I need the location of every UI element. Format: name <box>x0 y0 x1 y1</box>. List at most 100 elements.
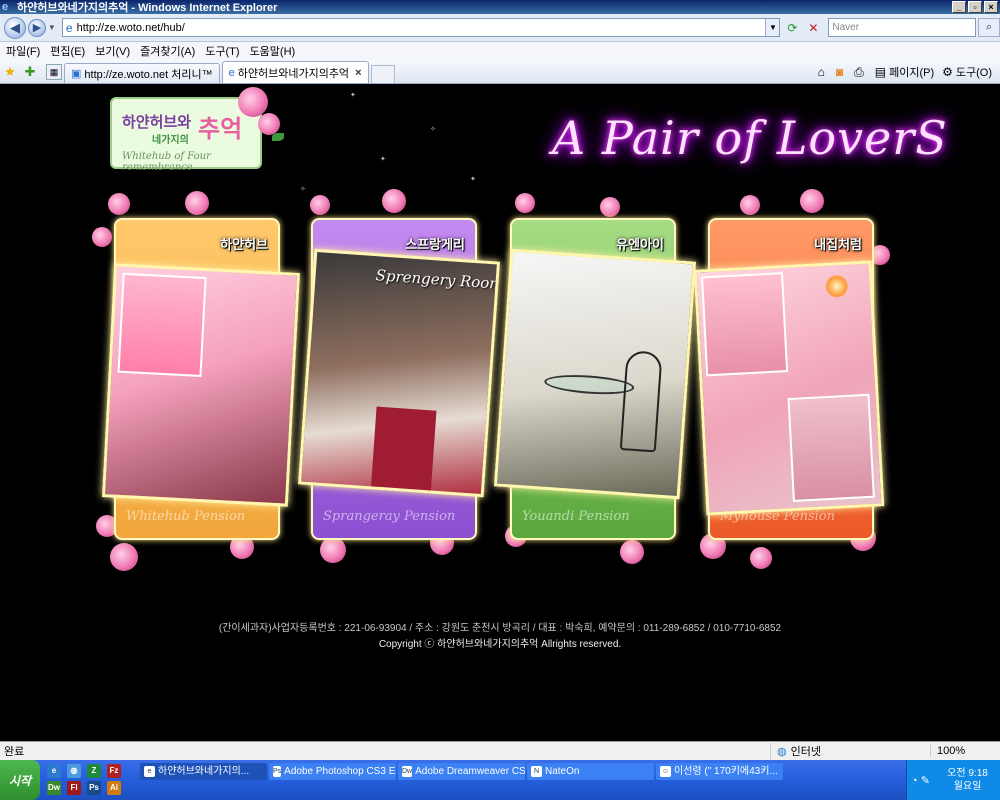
inset-photo <box>787 393 875 502</box>
menu-tools[interactable]: 도구(T) <box>205 43 239 59</box>
lamp-glow <box>825 274 849 298</box>
flash-launch-icon[interactable]: Fl <box>67 781 81 795</box>
pension-photo-youandi[interactable] <box>493 248 697 500</box>
status-bar: 완료 ◍ 인터넷 100% <box>0 741 1000 760</box>
task-label: NateOn <box>545 766 580 777</box>
menu-help[interactable]: 도움말(H) <box>250 43 296 59</box>
home-icon: ⌂ <box>817 65 825 79</box>
rose-decoration <box>110 543 138 571</box>
tab-close-icon[interactable]: × <box>355 67 361 79</box>
task-dreamweaver[interactable]: Dw Adobe Dreamweaver CS3 <box>398 763 525 780</box>
clock-day: 월요일 <box>953 781 982 792</box>
nateon-icon: N <box>531 766 542 777</box>
url-input[interactable]: e http://ze.woto.net/hub/ ▼ <box>61 18 781 37</box>
rose-decoration <box>320 537 346 563</box>
menu-edit[interactable]: 편집(E) <box>50 43 85 59</box>
search-icon[interactable]: ⌕ <box>978 18 1000 37</box>
menu-favorites[interactable]: 즐겨찾기(A) <box>140 43 195 59</box>
home-button[interactable]: ⌂ <box>818 61 828 83</box>
footer-copyright: Copyright ⓒ 하얀허브와네가지의추억 Allrights reserv… <box>378 639 622 650</box>
ie-icon: e <box>144 766 155 777</box>
stop-icon[interactable]: ✕ <box>804 19 822 37</box>
page-menu[interactable]: ▤ 페이지(P) <box>875 61 934 83</box>
page-menu-icon: ▤ <box>874 65 887 79</box>
pension-photo-whitehub[interactable] <box>102 263 300 507</box>
add-favorite-icon[interactable]: ✚ <box>20 61 40 83</box>
photoshop-launch-icon[interactable]: Ps <box>87 781 101 795</box>
maximize-button[interactable]: ▫ <box>968 1 982 13</box>
status-text: 완료 <box>4 746 25 758</box>
new-tab-button[interactable] <box>370 65 395 83</box>
rose-decoration <box>258 113 280 135</box>
card-title: 내집처럼 <box>814 237 862 252</box>
task-list: e 하얀허브와네가지의... Ps Adobe Photoshop CS3 E...… <box>140 760 906 800</box>
card-title: 유엔아이 <box>616 237 664 252</box>
forward-button[interactable]: ▶ <box>27 18 46 37</box>
back-button[interactable]: ◀ <box>4 16 26 39</box>
card-title: 하얀허브 <box>220 237 268 252</box>
minimize-button[interactable]: _ <box>952 1 966 13</box>
clock[interactable]: 오전 9:18 월요일 <box>939 767 996 793</box>
window-title: 하얀허브와네가지의추억 - Windows Internet Explorer <box>17 2 278 14</box>
rose-decoration <box>600 197 620 217</box>
rose-decoration <box>515 193 535 213</box>
tab-2[interactable]: e 하얀허브와네가지의추억 × <box>221 61 369 83</box>
tab-2-label: 하얀허브와네가지의추억 <box>237 67 350 80</box>
neon-headline: A Pair of LoverS <box>552 111 948 165</box>
card-name: Youandi Pension <box>522 509 630 524</box>
logo-text-english: Whitehub of Four remembrance <box>122 151 211 173</box>
feeds-button[interactable]: ◙ <box>836 61 846 83</box>
tools-menu-label: 도구(O) <box>955 67 992 79</box>
url-text[interactable]: http://ze.woto.net/hub/ <box>77 22 766 34</box>
tab-1[interactable]: ▣ http://ze.woto.net 처리니™ <box>64 63 220 83</box>
pension-photo-myhouse[interactable] <box>693 260 885 516</box>
address-bar: ◀ ▶ ▼ e http://ze.woto.net/hub/ ▼ ⟳ ✕ Na… <box>0 14 1000 42</box>
inset-photo <box>117 272 207 378</box>
dreamweaver-launch-icon[interactable]: Dw <box>47 781 61 795</box>
refresh-icon[interactable]: ⟳ <box>783 19 801 37</box>
card-title: 스프랑게리 <box>405 237 465 252</box>
quick-launch: e ◍ Z Fz Dw Fl Ps Ai <box>40 760 140 800</box>
rose-decoration <box>800 189 824 213</box>
menu-file[interactable]: 파일(F) <box>6 43 40 59</box>
table-runner <box>371 406 437 491</box>
logo-text-main: 하얀허브와 <box>122 114 192 131</box>
tools-menu[interactable]: ⚙ 도구(O) <box>942 61 992 83</box>
filezilla-launch-icon[interactable]: Fz <box>107 764 121 778</box>
task-label: 이선령 (" 170키에43키... <box>674 766 778 777</box>
task-chat[interactable]: ☺ 이선령 (" 170키에43키... <box>656 763 783 780</box>
rose-decoration <box>238 87 268 117</box>
task-photoshop[interactable]: Ps Adobe Photoshop CS3 E... <box>269 763 396 780</box>
close-button[interactable]: × <box>984 1 998 13</box>
task-ie[interactable]: e 하얀허브와네가지의... <box>140 763 267 780</box>
menu-view[interactable]: 보기(V) <box>95 43 130 59</box>
menu-bar: 파일(F) 편집(E) 보기(V) 즐겨찾기(A) 도구(T) 도움말(H) <box>0 42 1000 60</box>
card-name: Sprangeray Pension <box>323 509 456 524</box>
tray-icons[interactable]: ◔ ✎ <box>911 774 939 787</box>
tab-ie-icon: e <box>228 66 235 79</box>
browser-launch-icon[interactable]: ◍ <box>67 764 81 778</box>
excel-launch-icon[interactable]: Z <box>87 764 101 778</box>
start-button[interactable]: 시작 <box>0 760 40 800</box>
footer-business-info: (간이세과자)사업자등록번호 : 221-06-93904 / 주소 : 강원도… <box>218 623 782 634</box>
ie-launch-icon[interactable]: e <box>47 764 61 778</box>
zoom-level[interactable]: 100% <box>930 745 1000 757</box>
page-content: ✦ ✦ ✧ ✦ ✧ ✦ 하얀허브와 추억 네가지의 Whitehub of Fo… <box>0 85 1000 741</box>
quick-tabs-icon[interactable]: ▦ <box>46 64 62 80</box>
system-tray: ◔ ✎ 오전 9:18 월요일 <box>906 760 1000 800</box>
globe-icon: ◍ <box>777 745 787 758</box>
clock-time: 오전 9:18 <box>947 768 988 779</box>
rose-decoration <box>185 191 209 215</box>
rose-decoration <box>620 540 644 564</box>
history-dropdown[interactable]: ▼ <box>48 23 58 32</box>
illustrator-launch-icon[interactable]: Ai <box>107 781 121 795</box>
favorites-star-icon[interactable]: ★ <box>0 61 20 83</box>
task-nateon[interactable]: N NateOn <box>527 763 654 780</box>
search-input[interactable]: Naver <box>828 18 977 37</box>
window-title-bar: e 하얀허브와네가지의추억 - Windows Internet Explore… <box>0 0 1000 14</box>
page-menu-label: 페이지(P) <box>889 67 935 79</box>
print-button[interactable]: ⎙ <box>854 61 867 83</box>
pension-photo-sprangeray[interactable]: Sprengery Room <box>297 248 501 498</box>
url-dropdown-button[interactable]: ▼ <box>765 19 780 36</box>
logo-text-accent: 추억 <box>198 116 243 143</box>
